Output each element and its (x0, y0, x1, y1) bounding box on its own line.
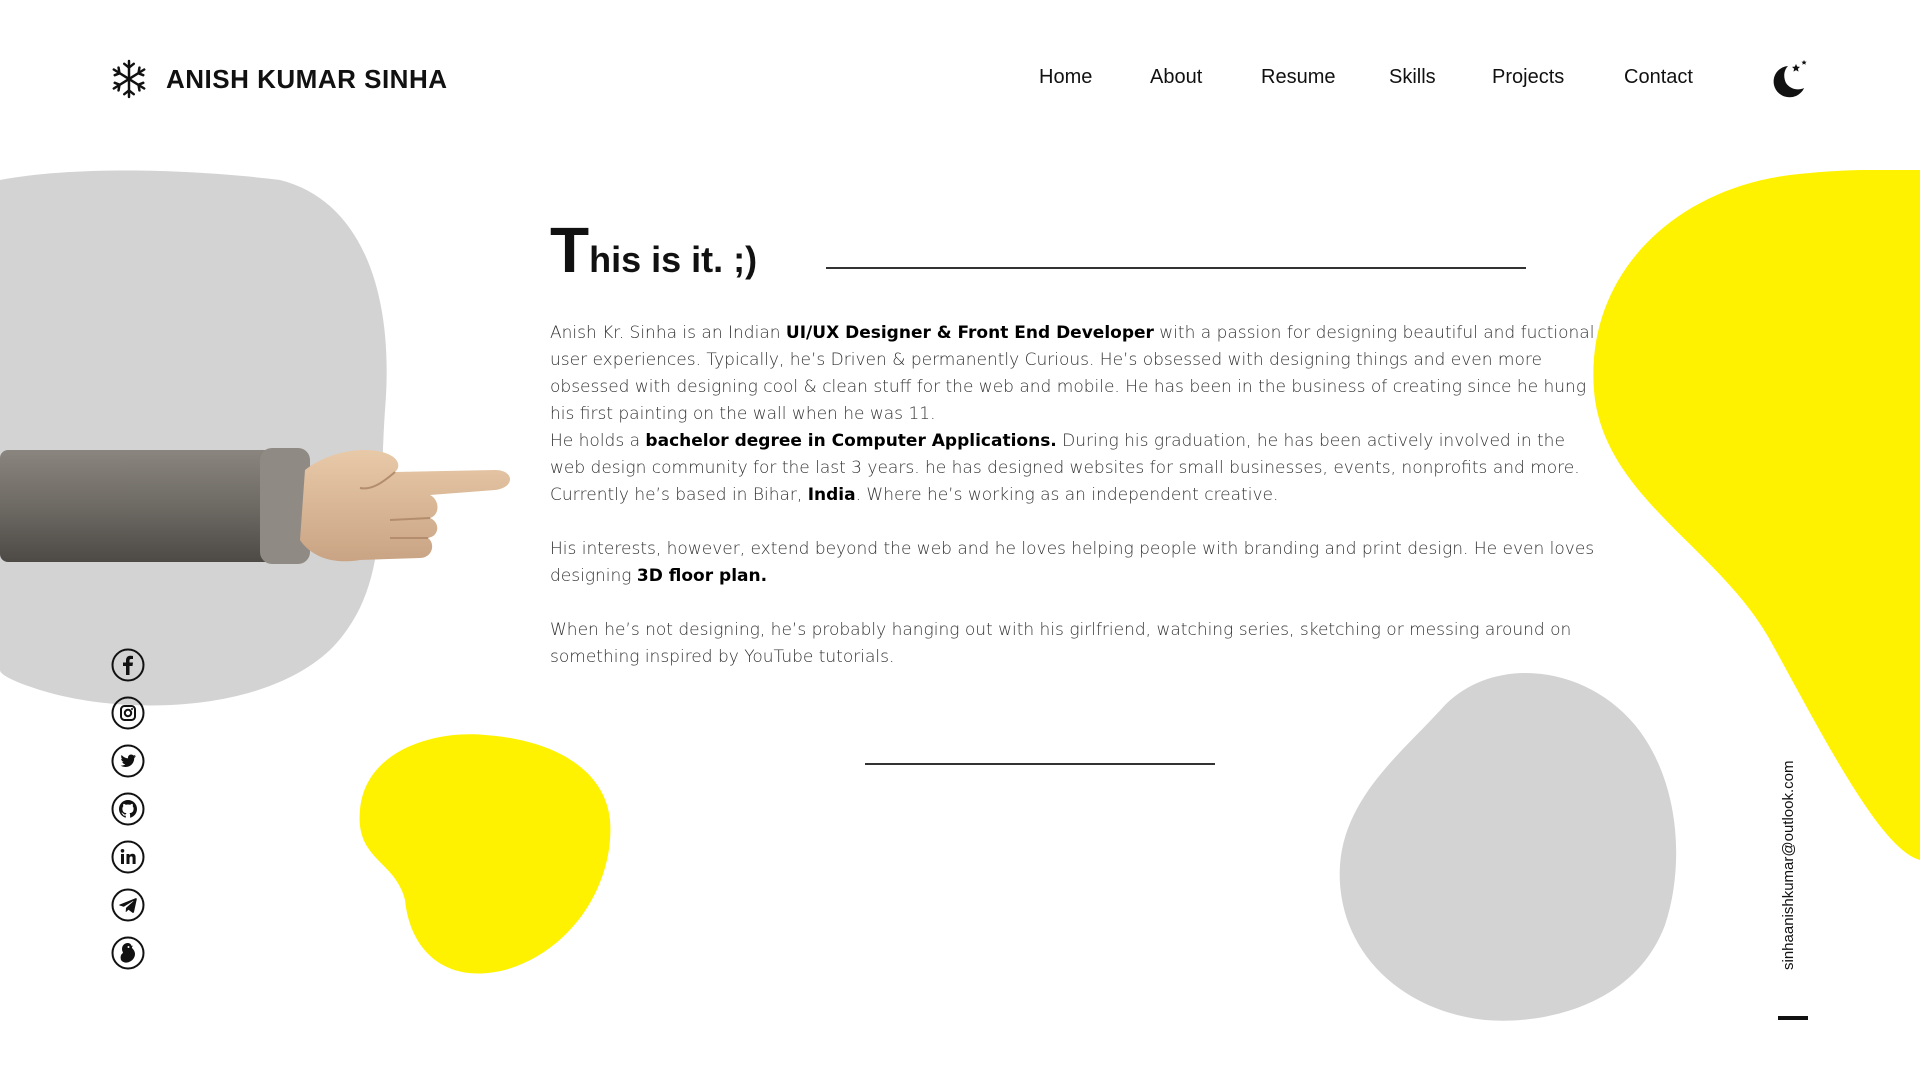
moon-stars-icon[interactable] (1766, 58, 1810, 102)
bio-paragraph-2: He holds a bachelor degree in Computer A… (550, 428, 1600, 509)
bio-text-segment: Anish Kr. Sinha is an Indian (550, 323, 786, 343)
nav-projects[interactable]: Projects (1492, 66, 1564, 89)
nav-about[interactable]: About (1150, 66, 1202, 89)
github-icon[interactable] (111, 792, 145, 826)
nav-skills[interactable]: Skills (1389, 66, 1436, 89)
bio-paragraph-4: When he’s not designing, he’s probably h… (550, 620, 1572, 667)
section-title: This is it. ;) (550, 210, 757, 300)
section-divider (865, 763, 1215, 765)
contact-email[interactable]: sinhaanishkumar@outlook.com (1780, 761, 1797, 971)
bio-text-segment: . Where he’s working as an independent c… (855, 485, 1279, 505)
instagram-icon[interactable] (111, 696, 145, 730)
site-header: ANISH KUMAR SINHA Home About Resume Skil… (0, 0, 1920, 160)
bio-highlight-role: UI/UX Designer & Front End Developer (785, 323, 1154, 343)
bio-text-segment: He holds a (550, 431, 646, 451)
twitter-icon[interactable] (111, 744, 145, 778)
title-divider (826, 267, 1526, 269)
social-links (111, 648, 147, 984)
email-accent-bar (1778, 1016, 1808, 1020)
linkedin-icon[interactable] (111, 840, 145, 874)
telegram-icon[interactable] (111, 888, 145, 922)
pointing-hand-illustration (0, 448, 510, 564)
bio-highlight-floorplan: 3D floor plan. (636, 566, 768, 586)
section-title-initial: T (550, 214, 590, 286)
nav-home[interactable]: Home (1039, 66, 1092, 89)
yellow-blob-small (359, 734, 611, 974)
gray-blob-small (1339, 672, 1677, 1021)
bio-paragraph-3: His interests, however, extend beyond th… (550, 536, 1600, 590)
bio-paragraph-1: Anish Kr. Sinha is an Indian UI/UX Desig… (550, 320, 1600, 428)
facebook-icon[interactable] (111, 648, 145, 682)
about-section: This is it. ;) Anish Kr. Sinha is an Ind… (550, 210, 1600, 698)
brand-logo[interactable]: ANISH KUMAR SINHA (110, 58, 448, 100)
nav-resume[interactable]: Resume (1261, 66, 1335, 89)
bio-highlight-degree: bachelor degree in Computer Applications… (645, 431, 1057, 451)
bio-text: Anish Kr. Sinha is an Indian UI/UX Desig… (550, 320, 1600, 671)
nav-contact[interactable]: Contact (1624, 66, 1693, 89)
brand-name: ANISH KUMAR SINHA (166, 63, 448, 94)
snowflake-logo-icon (112, 59, 146, 99)
section-title-rest: his is it. ;) (589, 239, 758, 280)
bio-highlight-country: India (807, 485, 856, 505)
bird-icon[interactable] (111, 936, 145, 970)
